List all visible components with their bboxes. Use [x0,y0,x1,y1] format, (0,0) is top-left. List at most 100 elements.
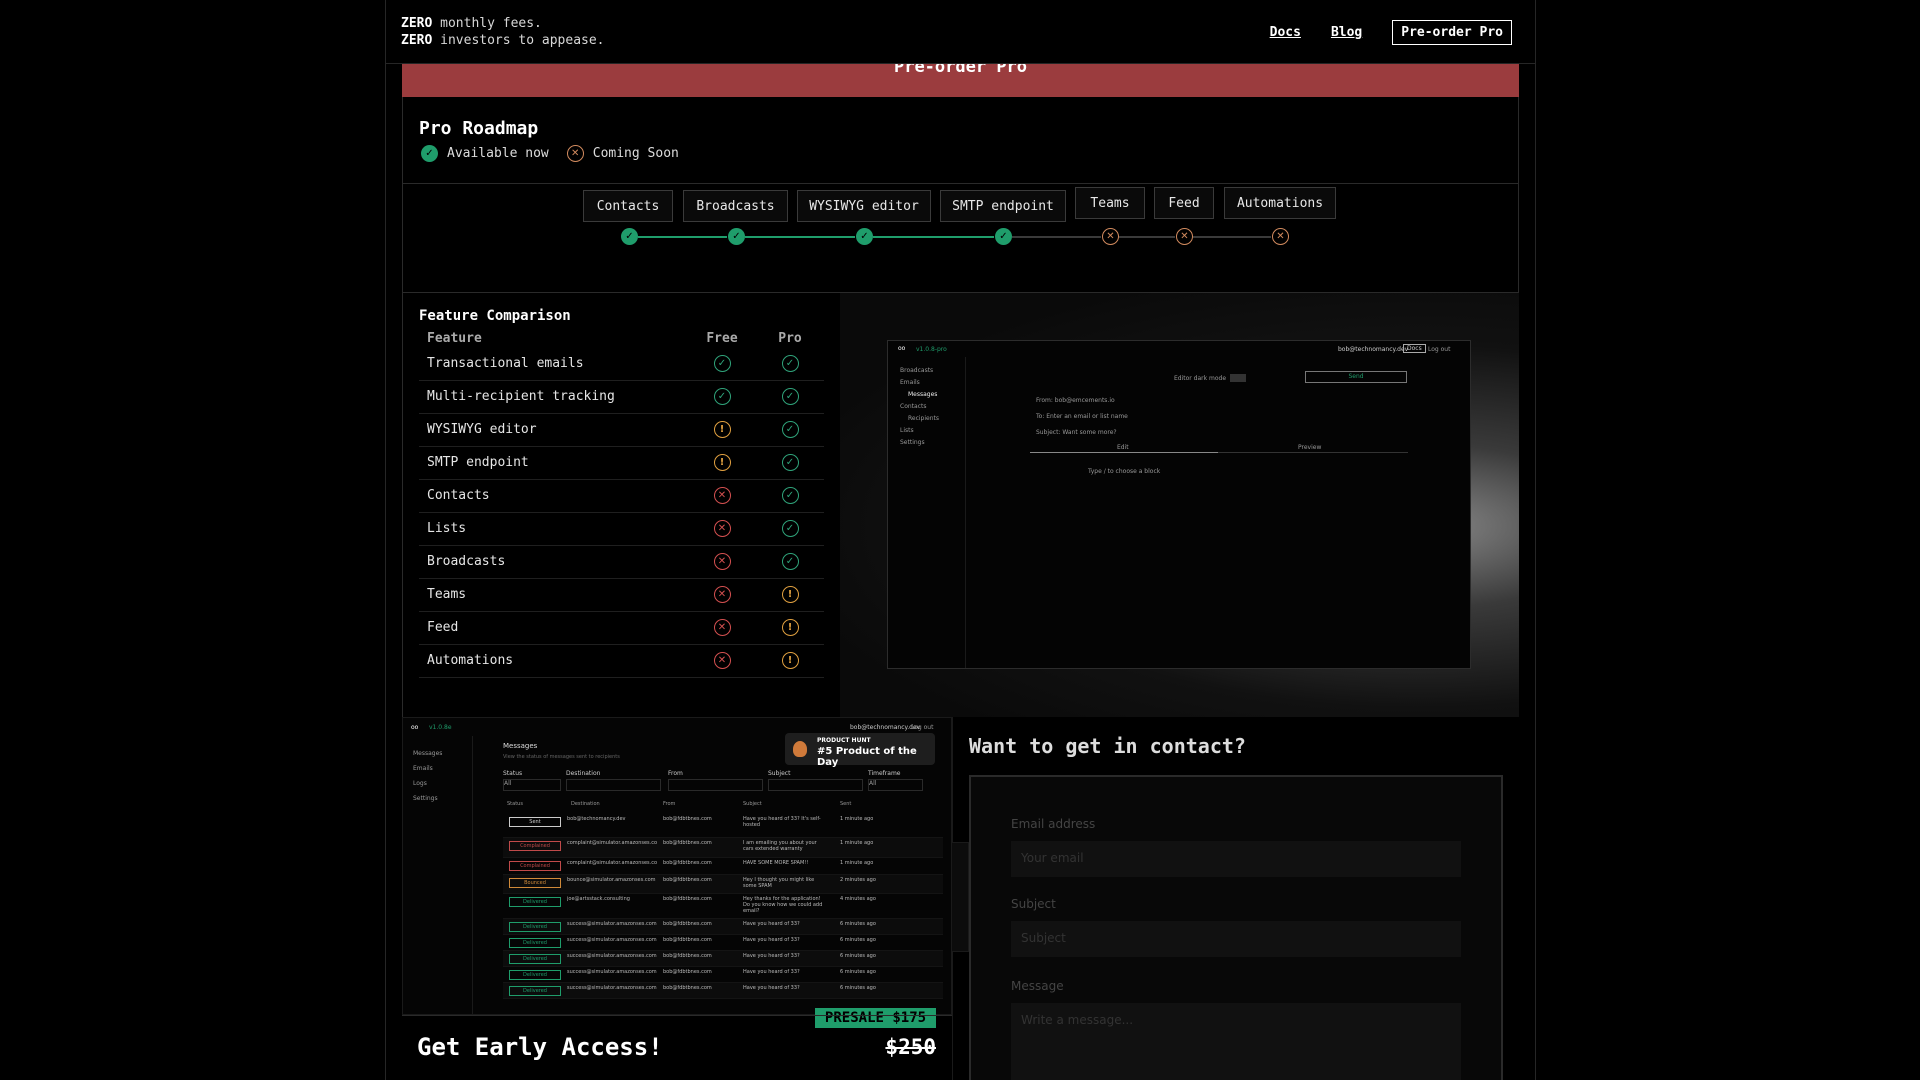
product-hunt-badge[interactable]: PRODUCT HUNT #5 Product of the Day [785,733,935,768]
cell-from: bob@fdbtbnes.com [663,921,712,927]
blog-link[interactable]: Blog [1331,25,1362,40]
roadmap-tab[interactable]: Broadcasts [683,190,788,222]
feature-row: Teams ✕! [419,578,824,612]
preorder-pro-button[interactable]: Pre-order Pro [1392,20,1512,45]
table-row[interactable]: Sent bob@technomancy.dev bob@fdbtbnes.com H… [503,814,943,838]
feature-pro-cell: ! [756,578,824,612]
cell-dest: bob@technomancy.dev [567,816,626,822]
cell-from: bob@fdbtbnes.com [663,877,712,883]
check-circle-icon: ✓ [728,228,745,245]
email-field[interactable]: Your email [1011,841,1461,877]
cell-subject: Have you heard of 33? [743,937,800,943]
editor-sidebar: Broadcasts Emails Messages Contacts Recipien… [888,357,966,668]
table-row[interactable]: Delivered success@simulator.amazonses.com… [503,967,943,983]
early-access-bar[interactable]: Get Early Access! $250 [402,1015,952,1080]
filter-label: Destination [566,770,601,777]
feature-name: Automations [419,644,688,678]
feature-free-cell: ✕ [688,611,756,645]
status-badge: Delivered [509,986,561,996]
cell-from: bob@fdbtbnes.com [663,969,712,975]
feature-free-cell: ✕ [688,644,756,678]
table-row[interactable]: Delivered success@simulator.amazonses.com… [503,951,943,967]
cell-sent: 6 minutes ago [840,985,876,991]
cell-dest: complaint@simulator.amazonses.com [567,860,657,866]
cell-dest: success@simulator.amazonses.com [567,921,657,927]
cell-from: bob@fdbtbnes.com [663,840,712,846]
cell-subject: Have you heard of 33? [743,985,800,991]
feature-free-cell: ✓ [688,347,756,381]
cell-sent: 6 minutes ago [840,969,876,975]
feature-name: Multi-recipient tracking [419,380,688,414]
messages-nav-item: Logs [413,780,427,787]
feature-name: Feed [419,611,688,645]
table-row[interactable]: Complained complaint@simulator.amazonses.… [503,858,943,875]
roadmap-tab[interactable]: Automations [1224,187,1336,219]
status-badge: Delivered [509,970,561,980]
x-circle-icon: ✕ [713,553,731,570]
feature-name: Lists [419,512,688,546]
check-circle-icon: ✓ [621,228,638,245]
cell-from: bob@fdbtbnes.com [663,985,712,991]
editor-nav-item: Contacts [900,403,927,410]
table-row[interactable]: Bounced bounce@simulator.amazonses.com bob… [503,875,943,894]
roadmap-tab[interactable]: Contacts [583,190,673,222]
filter-field[interactable] [768,779,863,791]
subject-field[interactable]: Subject [1011,921,1461,957]
feature-row: WYSIWYG editor! ✓ [419,413,824,447]
cell-from: bob@fdbtbnes.com [663,896,712,902]
contact-title: Want to get in contact? [969,734,1246,758]
column-header: From [663,801,676,807]
table-row[interactable]: Delivered joe@artsstack.consulting bob@fdb… [503,894,943,919]
cell-from: bob@fdbtbnes.com [663,860,712,866]
messages-nav-item: Messages [413,750,443,757]
roadmap-tab[interactable]: SMTP endpoint [940,190,1066,222]
table-row[interactable]: Delivered success@simulator.amazonses.com… [503,935,943,951]
docs-link[interactable]: Docs [1270,25,1301,40]
feature-row: Contacts ✕ ✓ [419,479,824,513]
roadmap-tab[interactable]: Teams [1075,187,1145,219]
feature-free-cell: ✕ [688,479,756,513]
cell-sent: 1 minute ago [840,816,874,822]
email-label: Email address [1011,817,1096,831]
feature-pro-cell: ✓ [756,413,824,447]
roadmap-tab[interactable]: WYSIWYG editor [797,190,931,222]
filter-field[interactable]: All [503,779,561,791]
table-row[interactable]: Delivered success@simulator.amazonses.com… [503,983,943,999]
roadmap-track-segment [1193,236,1271,238]
contact-form: Email address Your email Subject Subject… [969,775,1503,1080]
roadmap-tab[interactable]: Feed [1154,187,1214,219]
feature-name: Broadcasts [419,545,688,579]
preorder-banner[interactable]: Pre-order Pro [402,64,1519,97]
roadmap-track-segment [745,236,855,238]
filter-field[interactable]: All [868,779,923,791]
table-row[interactable]: Complained complaint@simulator.amazonses.… [503,838,943,858]
check-circle-icon: ✓ [713,354,731,372]
message-field[interactable]: Write a message... [1011,1003,1461,1080]
cell-dest: success@simulator.amazonses.com [567,937,657,943]
filter-field[interactable] [668,779,763,791]
feature-table: Feature Free Pro Transactional emails ✓ ✓ M… [419,329,824,678]
feature-comparison-title: Feature Comparison [419,308,571,324]
feature-row: Lists ✕ ✓ [419,512,824,546]
feature-pro-cell: ✓ [756,347,824,381]
feature-row: Transactional emails ✓ ✓ [419,347,824,381]
x-circle-icon: ✕ [1176,228,1193,245]
feature-name: Transactional emails [419,347,688,381]
cell-dest: success@simulator.amazonses.com [567,953,657,959]
warning-circle-icon: ! [781,586,799,603]
cell-sent: 6 minutes ago [840,937,876,943]
feature-row: Automations ✕! [419,644,824,678]
table-row[interactable]: Delivered success@simulator.amazonses.com… [503,919,943,935]
cell-dest: complaint@simulator.amazonses.com [567,840,657,846]
cell-from: bob@fdbtbnes.com [663,937,712,943]
column-header: Sent [840,801,852,807]
feature-name: SMTP endpoint [419,446,688,480]
x-circle-icon: ✕ [713,619,731,636]
roadmap-track-segment [1012,236,1101,238]
status-badge: Delivered [509,922,561,932]
cell-subject: HAVE SOME MORE SPAM!! [743,860,809,866]
column-header: Subject [743,801,762,807]
editor-nav-item: Emails [900,379,920,386]
tagline: ZERO monthly fees. ZERO investors to app… [401,16,605,48]
filter-field[interactable] [566,779,661,791]
